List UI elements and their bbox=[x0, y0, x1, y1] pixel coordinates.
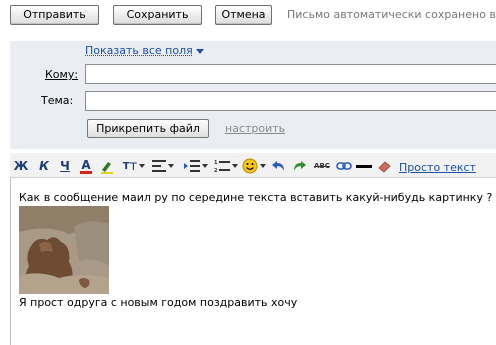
font-size-label: т bbox=[129, 158, 138, 174]
smiley-button[interactable] bbox=[242, 158, 266, 174]
triangle-down-icon bbox=[195, 48, 204, 54]
subject-field[interactable] bbox=[85, 91, 496, 111]
save-button[interactable]: Сохранить bbox=[113, 5, 202, 25]
text-color-label: A bbox=[81, 157, 91, 172]
plain-text-link[interactable]: Просто текст bbox=[399, 161, 476, 174]
svg-text:1: 1 bbox=[214, 160, 218, 166]
italic-label: К bbox=[39, 159, 49, 173]
horizontal-line-button[interactable] bbox=[356, 158, 372, 174]
horizontal-rule-icon bbox=[356, 165, 372, 168]
redo-icon bbox=[294, 161, 306, 171]
inserted-image bbox=[19, 206, 109, 294]
smiley-icon bbox=[242, 158, 258, 174]
attach-file-button[interactable]: Прикрепить файл bbox=[87, 119, 209, 138]
align-button[interactable] bbox=[152, 158, 174, 174]
text-color-swatch bbox=[80, 170, 92, 174]
chevron-down-icon bbox=[232, 164, 238, 168]
italic-button[interactable]: К bbox=[37, 158, 51, 174]
align-left-icon bbox=[152, 160, 166, 172]
underline-button[interactable]: Ч bbox=[58, 158, 72, 174]
svg-text:2: 2 bbox=[214, 168, 218, 173]
body-line-2: Я прост одруга с новым годом поздравить … bbox=[19, 296, 298, 309]
font-size-button[interactable]: Tт bbox=[122, 158, 146, 174]
chevron-down-icon bbox=[168, 164, 174, 168]
redo-button[interactable] bbox=[292, 158, 306, 174]
undo-icon bbox=[272, 161, 284, 171]
cancel-button[interactable]: Отмена bbox=[215, 5, 272, 25]
numbered-list-icon: 12 bbox=[214, 160, 230, 173]
link-icon bbox=[336, 162, 352, 170]
chevron-down-icon bbox=[260, 164, 266, 168]
indent-button[interactable] bbox=[184, 158, 208, 174]
indent-icon bbox=[184, 160, 200, 172]
show-all-fields-label: Показать все поля bbox=[85, 44, 193, 57]
bold-button[interactable]: Ж bbox=[13, 158, 29, 174]
chevron-down-icon bbox=[202, 164, 208, 168]
send-button[interactable]: Отправить bbox=[10, 5, 99, 25]
show-all-fields-link[interactable]: Показать все поля bbox=[85, 44, 204, 57]
subject-label: Тема: bbox=[41, 94, 74, 107]
clear-format-button[interactable] bbox=[377, 158, 393, 174]
eraser-icon bbox=[378, 161, 391, 173]
highlighter-icon bbox=[101, 162, 113, 174]
font-size-icon: T bbox=[122, 160, 130, 172]
to-field[interactable] bbox=[85, 64, 496, 84]
bold-label: Ж bbox=[13, 159, 29, 173]
configure-link[interactable]: настроить bbox=[225, 122, 285, 135]
undo-button[interactable] bbox=[272, 158, 286, 174]
chevron-down-icon bbox=[139, 164, 146, 168]
autosave-status: Письмо автоматически сохранено в bbox=[287, 8, 496, 21]
to-label[interactable]: Кому: bbox=[45, 68, 78, 81]
body-line-1: Как в сообщение маил ру по середине текс… bbox=[19, 191, 493, 204]
link-button[interactable] bbox=[336, 158, 352, 174]
text-color-button[interactable]: A bbox=[79, 158, 93, 174]
underline-label: Ч bbox=[60, 159, 70, 173]
strikethrough-button[interactable]: ABC bbox=[311, 158, 333, 174]
strikethrough-label: ABC bbox=[314, 162, 330, 170]
highlight-button[interactable] bbox=[99, 158, 115, 174]
list-button[interactable]: 12 bbox=[214, 158, 238, 174]
